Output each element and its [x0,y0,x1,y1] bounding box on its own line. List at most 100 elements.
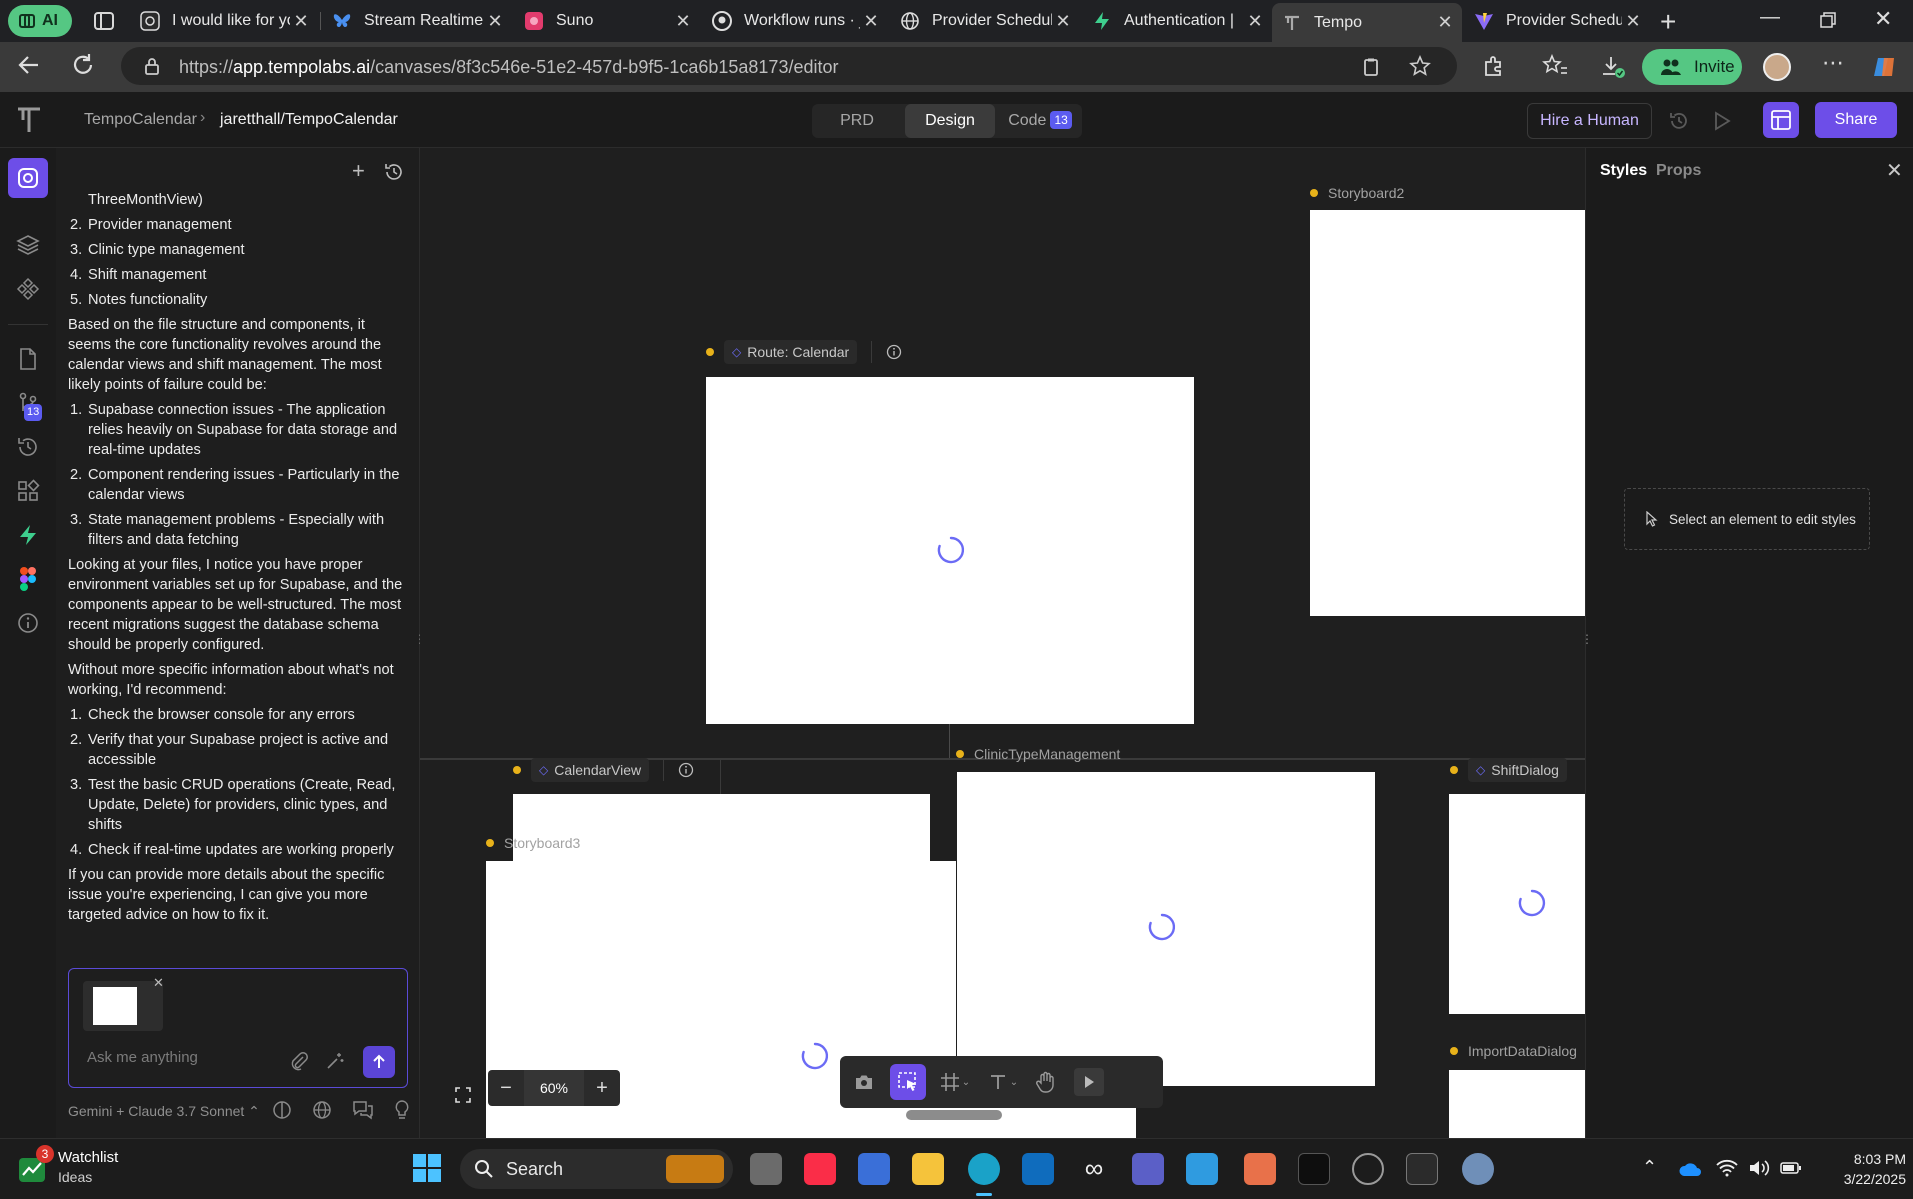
outlook-icon[interactable] [1022,1153,1054,1185]
attach-file-icon[interactable] [289,1051,309,1071]
infinity-app-icon[interactable]: ∞ [1078,1153,1110,1185]
user-avatar[interactable] [1763,53,1791,81]
window-close-icon[interactable]: ✕ [1874,6,1892,32]
music-app-icon[interactable] [804,1153,836,1185]
info-icon[interactable] [678,762,694,778]
zoom-out-button[interactable]: − [488,1077,524,1100]
tab-actions-icon[interactable] [93,10,115,32]
shift-dialog-frame[interactable] [1449,794,1585,1014]
storyboard2-frame[interactable] [1310,210,1585,616]
lightbulb-icon[interactable] [394,1100,410,1120]
address-bar[interactable]: https://app.tempolabs.ai/canvases/8f3c54… [121,47,1457,85]
reading-view-icon[interactable] [1361,57,1381,77]
panel-resize-handle[interactable]: ⋮ [1581,632,1593,646]
component-chip[interactable]: ◇ CalendarView [531,758,650,782]
taskbar-search[interactable]: Search [460,1149,733,1189]
supabase-icon[interactable] [13,520,43,550]
storyboard-view-icon[interactable] [1763,102,1799,138]
close-icon[interactable]: ✕ [484,11,506,32]
browser-tab-active[interactable]: Tempo ✕ [1272,3,1462,42]
preview-play-icon[interactable] [1074,1068,1104,1096]
figma-icon[interactable] [13,564,43,594]
back-icon[interactable] [16,52,42,78]
design-canvas[interactable]: Storyboard2 ◇ Route: Calendar ◇ CalendarVi… [420,148,1585,1138]
chat-history-icon[interactable] [384,162,404,182]
battery-icon[interactable] [1780,1160,1802,1176]
widgets-button[interactable]: 3 Watchlist Ideas [14,1145,154,1191]
chevron-up-icon[interactable]: ⌃ [1642,1157,1657,1178]
play-icon[interactable] [1712,110,1732,132]
profile-button[interactable]: AI [8,5,72,37]
select-tool-icon[interactable] [890,1064,926,1100]
breadcrumb-project[interactable]: TempoCalendar [84,111,197,129]
info-icon[interactable] [13,608,43,638]
frame-label-storyboard3[interactable]: Storyboard3 [486,835,580,851]
tab-code[interactable]: Code 13 [998,104,1082,138]
frame-label-calendar-view[interactable]: ◇ CalendarView [513,758,694,782]
tempo-logo-icon[interactable] [16,106,42,134]
frame-label-import-data-dialog[interactable]: ImportDataDialog [1450,1043,1577,1059]
history-icon[interactable] [13,432,43,462]
browser-tab[interactable]: Authentication | ✕ [1082,6,1272,36]
close-icon[interactable]: ✕ [1434,12,1456,33]
teams-icon[interactable] [1132,1153,1164,1185]
cursor-app-icon[interactable] [1298,1153,1330,1185]
browser-tab[interactable]: Provider Schedul ✕ [1464,6,1650,36]
task-view-icon[interactable] [750,1153,782,1185]
favorites-icon[interactable] [1542,54,1568,78]
frame-label-clinic-type-management[interactable]: ClinicTypeManagement [956,746,1120,762]
chat-input[interactable] [87,1049,277,1066]
share-button[interactable]: Share [1815,102,1897,138]
frame-label-storyboard2[interactable]: Storyboard2 [1310,185,1404,201]
favorite-star-icon[interactable] [1409,55,1431,77]
model-selector[interactable]: Gemini + Claude 3.7 Sonnet ⌃ [68,1103,260,1120]
start-windows-icon[interactable] [412,1153,442,1183]
clinic-type-management-frame[interactable] [957,772,1375,1086]
minimize-icon[interactable]: — [1760,6,1780,29]
system-clock[interactable]: 8:03 PM 3/22/2025 [1826,1149,1906,1189]
browser-tab[interactable]: I would like for yo ✕ [130,6,318,36]
components-icon[interactable] [13,274,43,304]
route-calendar-frame[interactable] [706,377,1194,724]
settings-gear-icon[interactable] [1462,1153,1494,1185]
downloads-icon[interactable] [1600,54,1626,80]
chevron-down-icon[interactable]: ⌄ [1004,1066,1024,1098]
terminal-icon[interactable] [1406,1153,1438,1185]
globe-icon[interactable] [312,1100,332,1120]
magic-wand-icon[interactable] [325,1051,345,1071]
notepad-icon[interactable] [1186,1153,1218,1185]
onedrive-icon[interactable] [1678,1161,1702,1177]
layers-icon[interactable] [13,230,43,260]
new-chat-icon[interactable]: + [352,158,365,184]
history-icon[interactable] [1668,110,1690,132]
frame-label-shift-dialog[interactable]: ◇ ShiftDialog [1450,758,1567,782]
restore-icon[interactable] [1820,12,1836,28]
tab-prd[interactable]: PRD [812,104,902,138]
copilot-icon[interactable] [1872,54,1898,80]
horizontal-scrollbar[interactable] [906,1110,1002,1120]
fit-screen-icon[interactable] [448,1080,478,1110]
close-icon[interactable]: ✕ [1622,11,1644,32]
frame-label-route-calendar[interactable]: ◇ Route: Calendar [706,340,902,364]
volume-icon[interactable] [1748,1159,1770,1177]
browser-tab[interactable]: Suno ✕ [514,6,700,36]
import-data-dialog-frame[interactable] [1449,1070,1585,1138]
hand-tool-icon[interactable] [1030,1066,1062,1098]
tab-design[interactable]: Design [905,104,995,138]
browser-tab[interactable]: Provider Schedul ✕ [890,6,1080,36]
zoom-in-button[interactable]: + [584,1077,620,1100]
route-chip[interactable]: ◇ Route: Calendar [724,340,858,364]
tab-styles[interactable]: Styles [1600,162,1647,180]
component-chip[interactable]: ◇ ShiftDialog [1468,758,1567,782]
apps-grid-icon[interactable] [13,476,43,506]
close-icon[interactable]: ✕ [1886,158,1903,183]
extensions-icon[interactable] [1482,54,1506,78]
site-info-icon[interactable] [143,57,161,75]
new-tab-button[interactable]: + [1660,6,1676,38]
invite-button[interactable]: Invite [1642,49,1742,85]
file-explorer-icon[interactable] [912,1153,944,1185]
send-button[interactable] [363,1046,395,1078]
snipping-tool-icon[interactable] [858,1153,890,1185]
more-options-icon[interactable]: ⋯ [1822,50,1844,76]
browser-tab[interactable]: Stream Realtime ✕ [322,6,512,36]
